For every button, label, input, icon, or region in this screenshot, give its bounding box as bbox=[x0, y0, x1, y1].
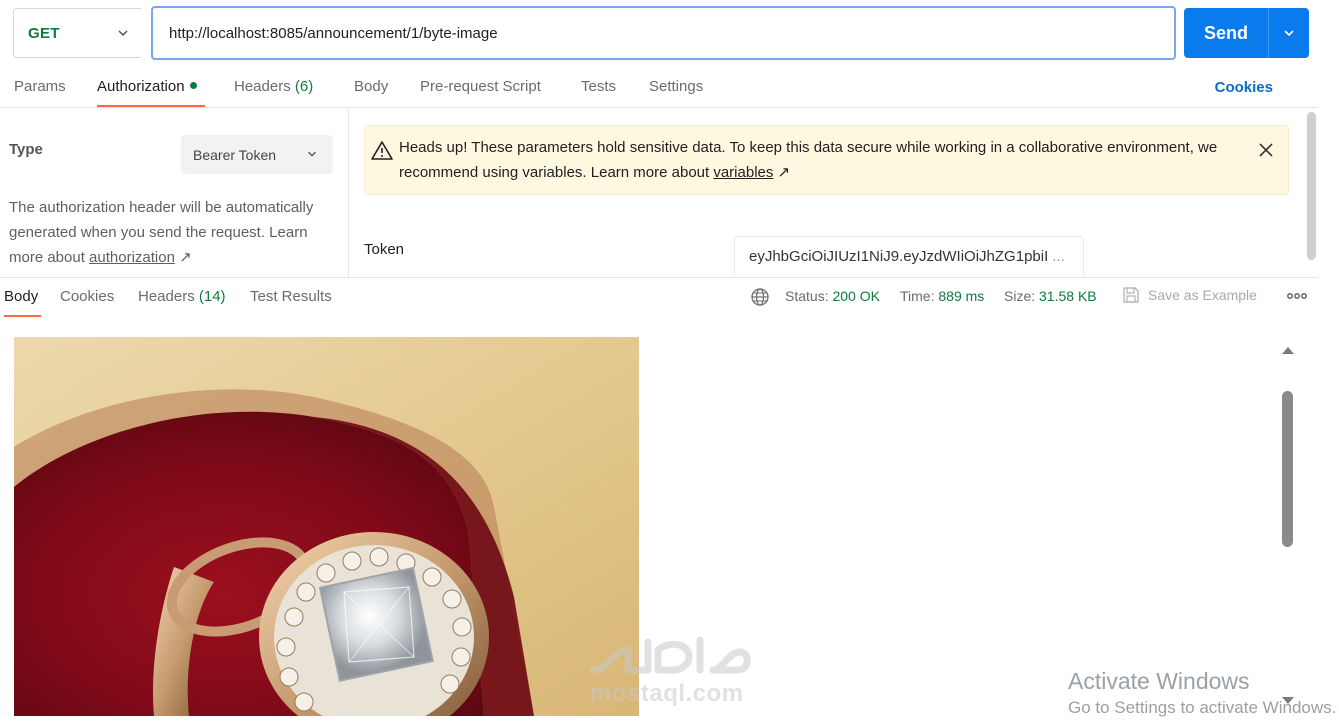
warning-text: Heads up! These parameters hold sensitiv… bbox=[399, 139, 1218, 181]
tab-headers-label: Headers bbox=[234, 78, 291, 95]
tab-response-cookies[interactable]: Cookies bbox=[60, 288, 114, 305]
tab-response-headers-count: (14) bbox=[198, 288, 226, 305]
watermark-arabic-logo bbox=[589, 636, 751, 674]
token-input[interactable]: eyJhbGciOiJIUzI1NiJ9.eyJzdWIiOiJhZG1pbiI… bbox=[734, 236, 1084, 276]
send-button[interactable]: Send bbox=[1184, 8, 1309, 58]
tab-tests[interactable]: Tests bbox=[581, 78, 616, 95]
tab-params[interactable]: Params bbox=[14, 78, 66, 95]
close-icon[interactable] bbox=[1256, 140, 1276, 160]
variables-link[interactable]: variables bbox=[713, 164, 773, 181]
status-value: 200 OK bbox=[832, 288, 880, 304]
tab-headers[interactable]: Headers (6) bbox=[234, 78, 313, 95]
globe-icon[interactable] bbox=[750, 287, 770, 307]
chevron-down-icon bbox=[308, 151, 316, 157]
auth-type-panel: Type Bearer Token The authorization head… bbox=[0, 109, 349, 277]
method-label: GET bbox=[28, 24, 60, 42]
time-value: 889 ms bbox=[938, 288, 985, 304]
activate-windows-title: Activate Windows bbox=[1068, 668, 1250, 694]
tab-pre-request-script[interactable]: Pre-request Script bbox=[420, 78, 541, 95]
warning-message: Heads up! These parameters hold sensitiv… bbox=[399, 135, 1259, 185]
tab-headers-count: (6) bbox=[294, 78, 314, 95]
tab-authorization-label: Authorization bbox=[97, 78, 185, 95]
token-value: eyJhbGciOiJIUzI1NiJ9.eyJzdWIiOiJhZG1pbiI bbox=[749, 248, 1049, 265]
auth-type-value: Bearer Token bbox=[193, 146, 277, 163]
active-tab-indicator bbox=[97, 105, 205, 107]
external-link-icon: ↗ bbox=[179, 249, 192, 266]
auth-type-select[interactable]: Bearer Token bbox=[181, 135, 333, 174]
save-as-example-button[interactable]: Save as Example bbox=[1122, 286, 1257, 304]
save-as-example-label: Save as Example bbox=[1148, 287, 1257, 303]
response-scrollbar[interactable] bbox=[1278, 343, 1298, 713]
send-label: Send bbox=[1203, 22, 1248, 43]
watermark-latin: mostaql.com bbox=[590, 680, 744, 707]
time-readout[interactable]: Time: 889 ms bbox=[900, 288, 984, 304]
auth-scrollbar[interactable] bbox=[1307, 112, 1316, 260]
auth-params-panel: Heads up! These parameters hold sensitiv… bbox=[350, 109, 1310, 277]
size-value: 31.58 KB bbox=[1039, 288, 1097, 304]
tab-test-results[interactable]: Test Results bbox=[250, 288, 332, 305]
authorization-link[interactable]: authorization bbox=[89, 249, 175, 266]
method-select[interactable]: GET bbox=[13, 8, 141, 58]
tab-body[interactable]: Body bbox=[354, 78, 388, 95]
send-options-button[interactable] bbox=[1269, 8, 1309, 58]
status-label: Status: bbox=[785, 288, 829, 304]
response-tabs: Body Cookies Headers (14) Test Results S… bbox=[0, 278, 1318, 318]
tab-response-body[interactable]: Body bbox=[4, 288, 38, 305]
type-label: Type bbox=[9, 141, 43, 158]
scroll-thumb[interactable] bbox=[1282, 391, 1293, 547]
save-icon bbox=[1123, 287, 1139, 303]
url-bar: GET http://localhost:8085/announcement/1… bbox=[0, 0, 1339, 68]
activate-windows-notice: Activate Windows Go to Settings to activ… bbox=[1068, 666, 1339, 720]
active-dot-icon bbox=[189, 81, 197, 89]
external-link-icon: ↗ bbox=[777, 164, 791, 181]
token-label: Token bbox=[364, 241, 405, 258]
tab-settings[interactable]: Settings bbox=[649, 78, 703, 95]
request-tabs: Params Authorization Headers (6) Body Pr… bbox=[0, 70, 1318, 108]
tab-response-headers[interactable]: Headers (14) bbox=[138, 288, 226, 305]
token-ellipsis: ... bbox=[1052, 248, 1065, 265]
mostaql-watermark-logo: mostaql.com bbox=[588, 630, 753, 710]
more-icon[interactable] bbox=[1286, 290, 1308, 302]
response-image bbox=[14, 337, 639, 716]
ring-photo bbox=[14, 337, 639, 716]
chevron-down-icon bbox=[1284, 30, 1294, 37]
tab-authorization[interactable]: Authorization bbox=[97, 78, 197, 95]
url-input[interactable]: http://localhost:8085/announcement/1/byt… bbox=[151, 6, 1176, 60]
time-label: Time: bbox=[900, 288, 935, 304]
chevron-down-icon bbox=[118, 30, 128, 37]
tab-response-headers-label: Headers bbox=[138, 288, 195, 305]
scroll-up-icon[interactable] bbox=[1282, 347, 1294, 354]
active-response-tab-indicator bbox=[4, 315, 41, 317]
url-text: http://localhost:8085/announcement/1/byt… bbox=[169, 24, 498, 42]
warning-icon bbox=[371, 141, 393, 160]
status-readout[interactable]: Status: 200 OK bbox=[785, 288, 880, 304]
size-label: Size: bbox=[1004, 288, 1036, 304]
auth-description: The authorization header will be automat… bbox=[9, 195, 339, 270]
sensitive-data-warning: Heads up! These parameters hold sensitiv… bbox=[364, 125, 1289, 195]
size-readout[interactable]: Size: 31.58 KB bbox=[1004, 288, 1097, 304]
cookies-link[interactable]: Cookies bbox=[1215, 79, 1273, 96]
activate-windows-subtitle: Go to Settings to activate Windows. bbox=[1068, 698, 1337, 717]
